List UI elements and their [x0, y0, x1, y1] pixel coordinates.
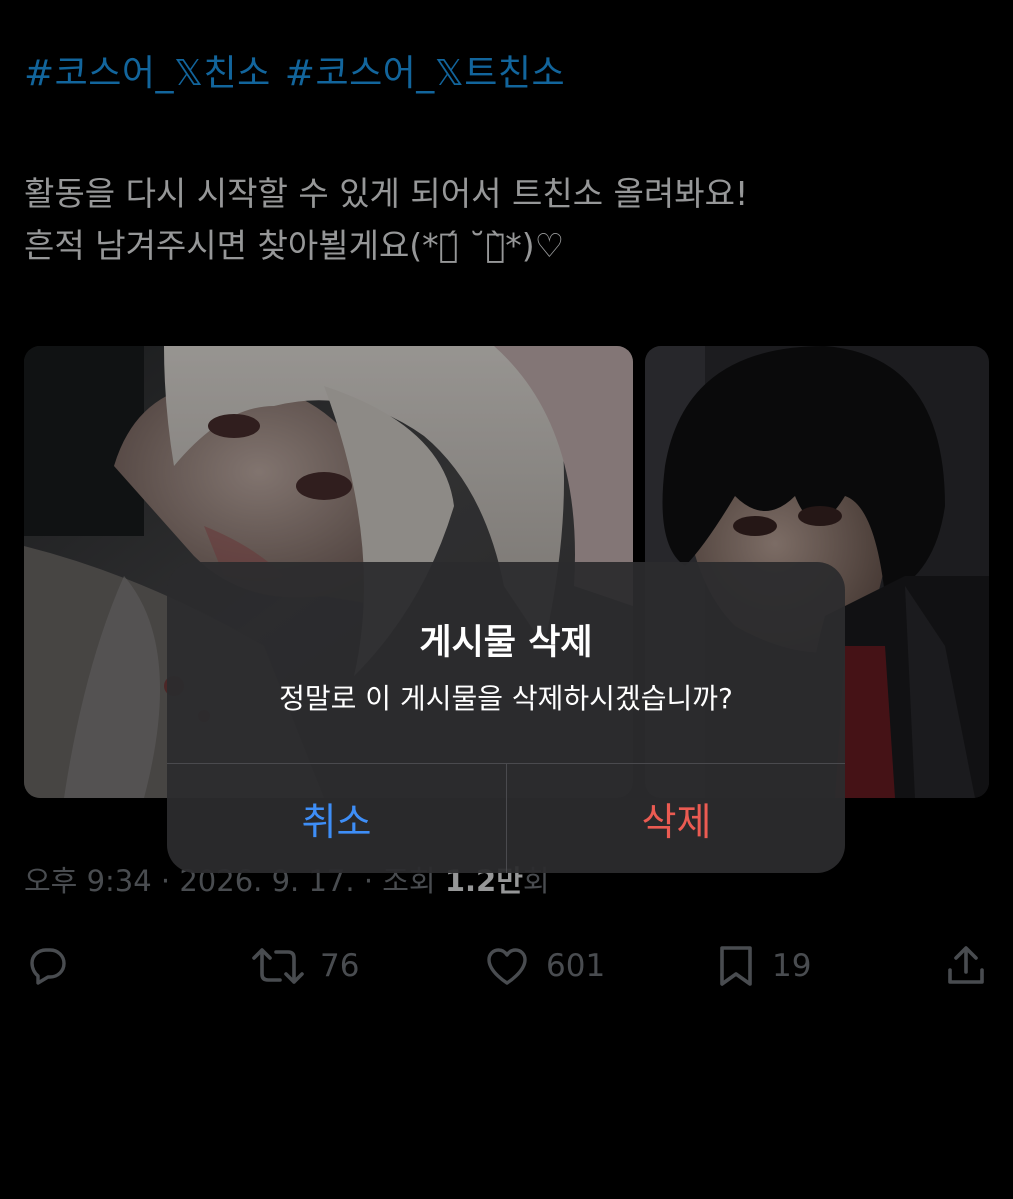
dialog-title: 게시물 삭제: [419, 623, 593, 663]
delete-post-dialog: 게시물 삭제 정말로 이 게시물을 삭제하시겠습니까? 취소 삭제: [167, 562, 845, 873]
delete-button[interactable]: 삭제: [507, 764, 845, 873]
cancel-button[interactable]: 취소: [167, 764, 506, 873]
dialog-message: 정말로 이 게시물을 삭제하시겠습니까?: [279, 682, 733, 715]
